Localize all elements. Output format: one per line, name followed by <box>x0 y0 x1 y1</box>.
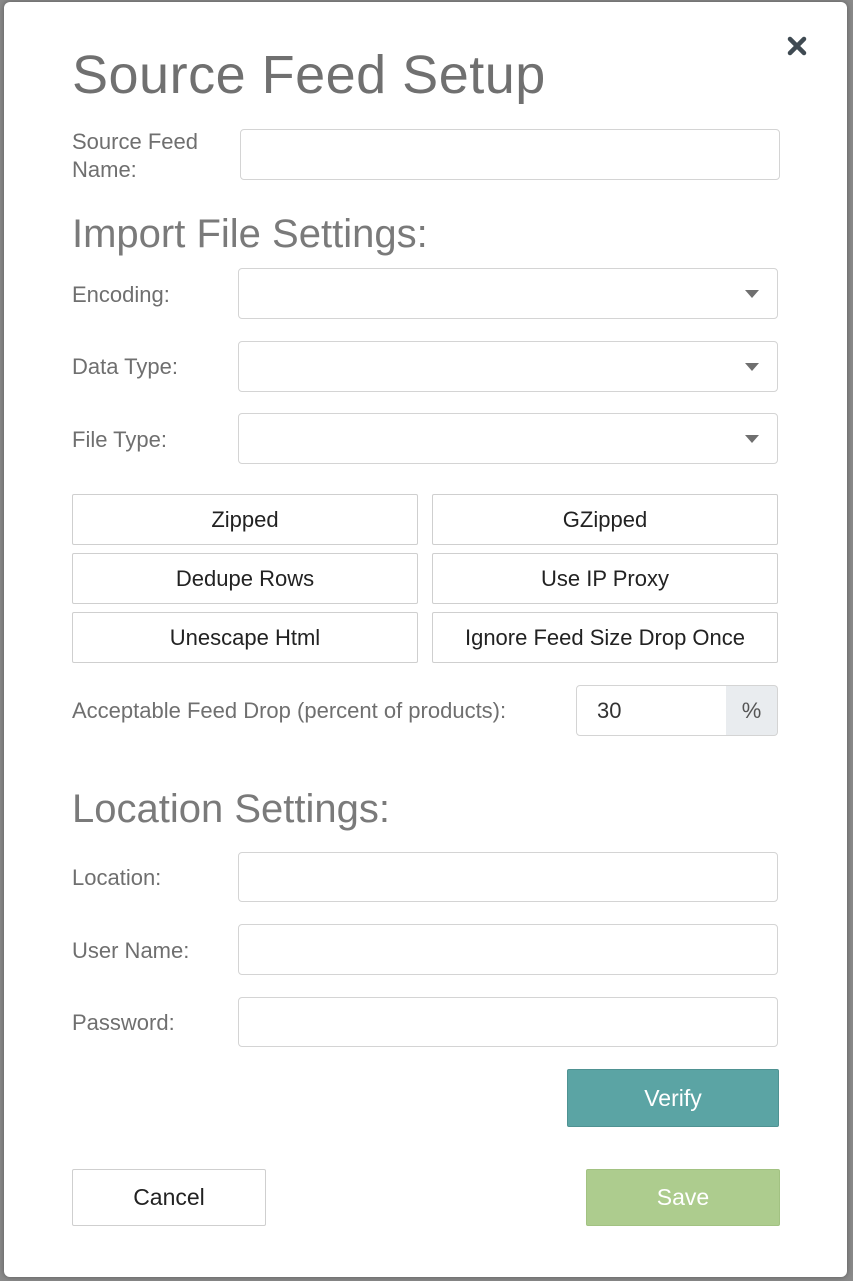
acceptable-feed-drop-input[interactable] <box>576 685 727 736</box>
cancel-button[interactable]: Cancel <box>72 1169 266 1226</box>
location-input[interactable] <box>238 852 778 902</box>
close-icon[interactable] <box>785 34 809 58</box>
user-name-input[interactable] <box>238 924 778 975</box>
data-type-label: Data Type: <box>72 354 178 379</box>
import-file-settings-heading: Import File Settings: <box>72 212 428 256</box>
source-feed-name-label: Source Feed Name: <box>72 129 198 182</box>
chevron-down-icon <box>745 290 759 298</box>
data-type-select[interactable] <box>238 341 778 392</box>
ignore-feed-size-drop-once-toggle[interactable]: Ignore Feed Size Drop Once <box>432 612 778 663</box>
gzipped-toggle[interactable]: GZipped <box>432 494 778 545</box>
password-label: Password: <box>72 1010 175 1035</box>
password-input[interactable] <box>238 997 778 1047</box>
chevron-down-icon <box>745 435 759 443</box>
acceptable-feed-drop-label: Acceptable Feed Drop (percent of product… <box>72 698 507 723</box>
dedupe-rows-toggle[interactable]: Dedupe Rows <box>72 553 418 604</box>
unescape-html-toggle[interactable]: Unescape Html <box>72 612 418 663</box>
source-feed-setup-modal: Source Feed Setup Source Feed Name: Impo… <box>4 2 847 1277</box>
encoding-label: Encoding: <box>72 282 170 307</box>
use-ip-proxy-toggle[interactable]: Use IP Proxy <box>432 553 778 604</box>
location-settings-heading: Location Settings: <box>72 787 390 831</box>
user-name-label: User Name: <box>72 938 190 963</box>
zipped-toggle[interactable]: Zipped <box>72 494 418 545</box>
file-type-select[interactable] <box>238 413 778 464</box>
verify-button[interactable]: Verify <box>567 1069 779 1127</box>
location-label: Location: <box>72 865 162 890</box>
save-button[interactable]: Save <box>586 1169 780 1226</box>
file-type-label: File Type: <box>72 427 167 452</box>
chevron-down-icon <box>745 363 759 371</box>
percent-addon: % <box>726 685 778 736</box>
page-title: Source Feed Setup <box>72 45 546 105</box>
source-feed-name-input[interactable] <box>240 129 780 180</box>
encoding-select[interactable] <box>238 268 778 319</box>
